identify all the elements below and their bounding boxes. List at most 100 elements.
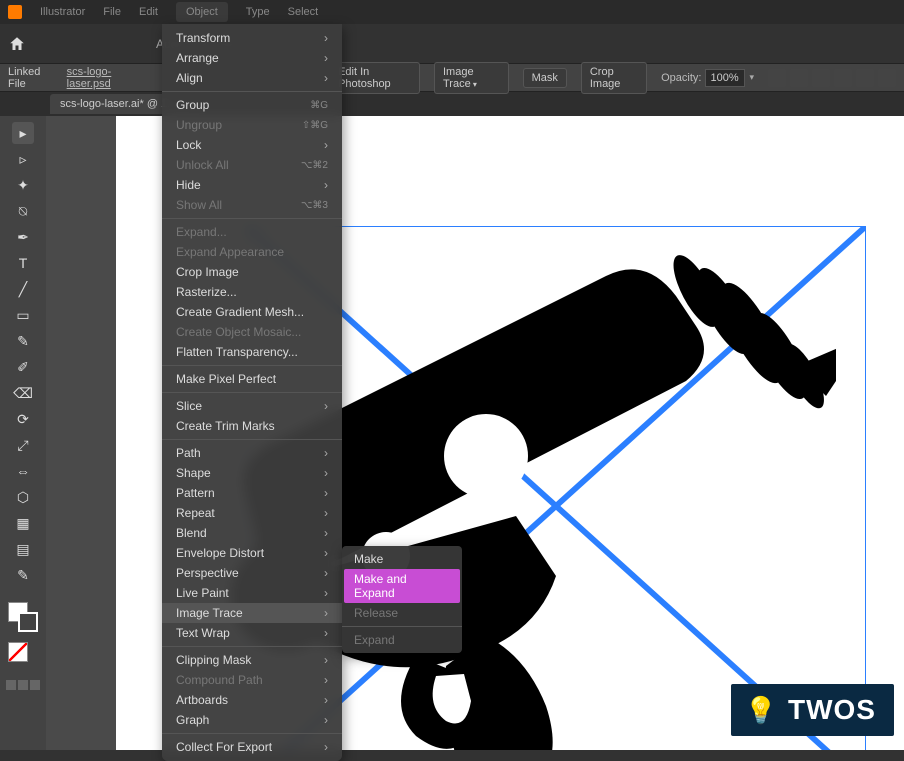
submenu-arrow-icon (324, 71, 328, 85)
submenu-arrow-icon (324, 546, 328, 560)
fill-stroke-selector[interactable] (8, 602, 38, 632)
menu-item-group[interactable]: Group⌘G (162, 95, 342, 115)
align-icon-3[interactable] (812, 69, 830, 87)
type-tool-icon: T (19, 255, 28, 271)
menu-item-label: Make Pixel Perfect (176, 372, 276, 386)
menu-item-label: Hide (176, 178, 201, 192)
pen-tool[interactable]: ✒ (12, 226, 34, 248)
gradient-tool[interactable]: ▤ (12, 538, 34, 560)
perspective-tool[interactable]: ▦ (12, 512, 34, 534)
menu-item-expand-: Expand... (162, 222, 342, 242)
image-trace-button[interactable]: Image Trace (434, 62, 509, 94)
menu-item-align[interactable]: Align (162, 68, 342, 88)
home-icon[interactable] (8, 35, 26, 53)
line-tool[interactable]: ╱ (12, 278, 34, 300)
shape-builder-tool-icon: ⬡ (17, 489, 29, 506)
menu-type[interactable]: Type (246, 6, 270, 18)
submenu-arrow-icon (324, 506, 328, 520)
menu-item-label: Transform (176, 31, 230, 45)
shape-builder-tool[interactable]: ⬡ (12, 486, 34, 508)
menu-item-label: Blend (176, 526, 207, 540)
pencil-tool[interactable]: ✐ (12, 356, 34, 378)
submenu-arrow-icon (324, 586, 328, 600)
menu-item-label: Show All (176, 198, 222, 212)
align-icon-5[interactable] (856, 69, 874, 87)
draw-inside-icon[interactable] (30, 680, 40, 690)
submenu-item-label: Make (354, 552, 383, 566)
menu-select[interactable]: Select (288, 6, 319, 18)
menu-item-flatten-transparency-[interactable]: Flatten Transparency... (162, 342, 342, 362)
align-icon-4[interactable] (834, 69, 852, 87)
menu-item-graph[interactable]: Graph (162, 710, 342, 730)
menu-item-text-wrap[interactable]: Text Wrap (162, 623, 342, 643)
menu-item-shape[interactable]: Shape (162, 463, 342, 483)
none-swatch[interactable] (8, 642, 28, 662)
paintbrush-tool[interactable]: ✎ (12, 330, 34, 352)
draw-normal-icon[interactable] (6, 680, 16, 690)
edit-in-photoshop-button[interactable]: Edit In Photoshop (329, 62, 420, 94)
selection-tool[interactable]: ▸ (12, 122, 34, 144)
menu-item-rasterize-[interactable]: Rasterize... (162, 282, 342, 302)
menu-item-slice[interactable]: Slice (162, 396, 342, 416)
draw-behind-icon[interactable] (18, 680, 28, 690)
shortcut-label: ⌥⌘2 (301, 160, 328, 171)
menu-file[interactable]: File (103, 6, 121, 18)
twos-text: TWOS (788, 694, 876, 726)
lasso-tool-icon: ⍉ (19, 203, 27, 220)
menu-item-path[interactable]: Path (162, 443, 342, 463)
menu-item-create-gradient-mesh-[interactable]: Create Gradient Mesh... (162, 302, 342, 322)
menu-item-label: Arrange (176, 51, 219, 65)
menu-item-perspective[interactable]: Perspective (162, 563, 342, 583)
menu-item-lock[interactable]: Lock (162, 135, 342, 155)
menu-item-label: Artboards (176, 693, 228, 707)
menu-item-live-paint[interactable]: Live Paint (162, 583, 342, 603)
fill-stroke-none[interactable] (8, 642, 38, 672)
menu-item-make-pixel-perfect[interactable]: Make Pixel Perfect (162, 369, 342, 389)
menu-edit[interactable]: Edit (139, 6, 158, 18)
menu-item-crop-image[interactable]: Crop Image (162, 262, 342, 282)
menu-item-blend[interactable]: Blend (162, 523, 342, 543)
menu-item-hide[interactable]: Hide (162, 175, 342, 195)
menu-item-clipping-mask[interactable]: Clipping Mask (162, 650, 342, 670)
menu-item-collect-for-export[interactable]: Collect For Export (162, 737, 342, 757)
opacity-input[interactable] (705, 69, 745, 87)
lasso-tool[interactable]: ⍉ (12, 200, 34, 222)
menu-item-repeat[interactable]: Repeat (162, 503, 342, 523)
opacity-label: Opacity: (661, 72, 701, 84)
direct-selection-tool[interactable]: ▹ (12, 148, 34, 170)
menu-object[interactable]: Object (176, 2, 228, 22)
align-icon-2[interactable] (790, 69, 808, 87)
crop-image-button[interactable]: Crop Image (581, 62, 647, 94)
menu-item-create-trim-marks[interactable]: Create Trim Marks (162, 416, 342, 436)
align-icon-1[interactable] (768, 69, 786, 87)
magic-wand-tool[interactable]: ✦ (12, 174, 34, 196)
menu-item-image-trace[interactable]: Image Trace (162, 603, 342, 623)
menu-illustrator[interactable]: Illustrator (40, 6, 85, 18)
menu-item-pattern[interactable]: Pattern (162, 483, 342, 503)
stroke-swatch[interactable] (18, 612, 38, 632)
width-tool[interactable]: ⇔ (12, 460, 34, 482)
rotate-tool[interactable]: ⟳ (12, 408, 34, 430)
linked-file-name[interactable]: scs-logo-laser.psd (67, 66, 141, 90)
submenu-item-release: Release (342, 603, 462, 623)
shortcut-label: ⇧⌘G (302, 120, 328, 131)
menu-item-artboards[interactable]: Artboards (162, 690, 342, 710)
submenu-item-make[interactable]: Make (342, 549, 462, 569)
type-tool[interactable]: T (12, 252, 34, 274)
eyedropper-tool[interactable]: ✎ (12, 564, 34, 586)
opacity-dropdown-icon[interactable]: ▾ (749, 72, 754, 83)
mask-button[interactable]: Mask (523, 68, 567, 88)
scale-tool[interactable]: ⤢ (12, 434, 34, 456)
menu-item-label: Compound Path (176, 673, 263, 687)
align-icon-6[interactable] (878, 69, 896, 87)
menu-item-transform[interactable]: Transform (162, 28, 342, 48)
gradient-tool-icon: ▤ (16, 541, 29, 558)
rectangle-tool[interactable]: ▭ (12, 304, 34, 326)
eraser-tool[interactable]: ⌫ (12, 382, 34, 404)
submenu-item-make-and-expand[interactable]: Make and Expand (344, 569, 460, 603)
menu-item-envelope-distort[interactable]: Envelope Distort (162, 543, 342, 563)
draw-mode-icons (6, 680, 40, 690)
menu-item-label: Image Trace (176, 606, 243, 620)
menu-item-arrange[interactable]: Arrange (162, 48, 342, 68)
twos-watermark: 💡 TWOS (731, 684, 894, 736)
